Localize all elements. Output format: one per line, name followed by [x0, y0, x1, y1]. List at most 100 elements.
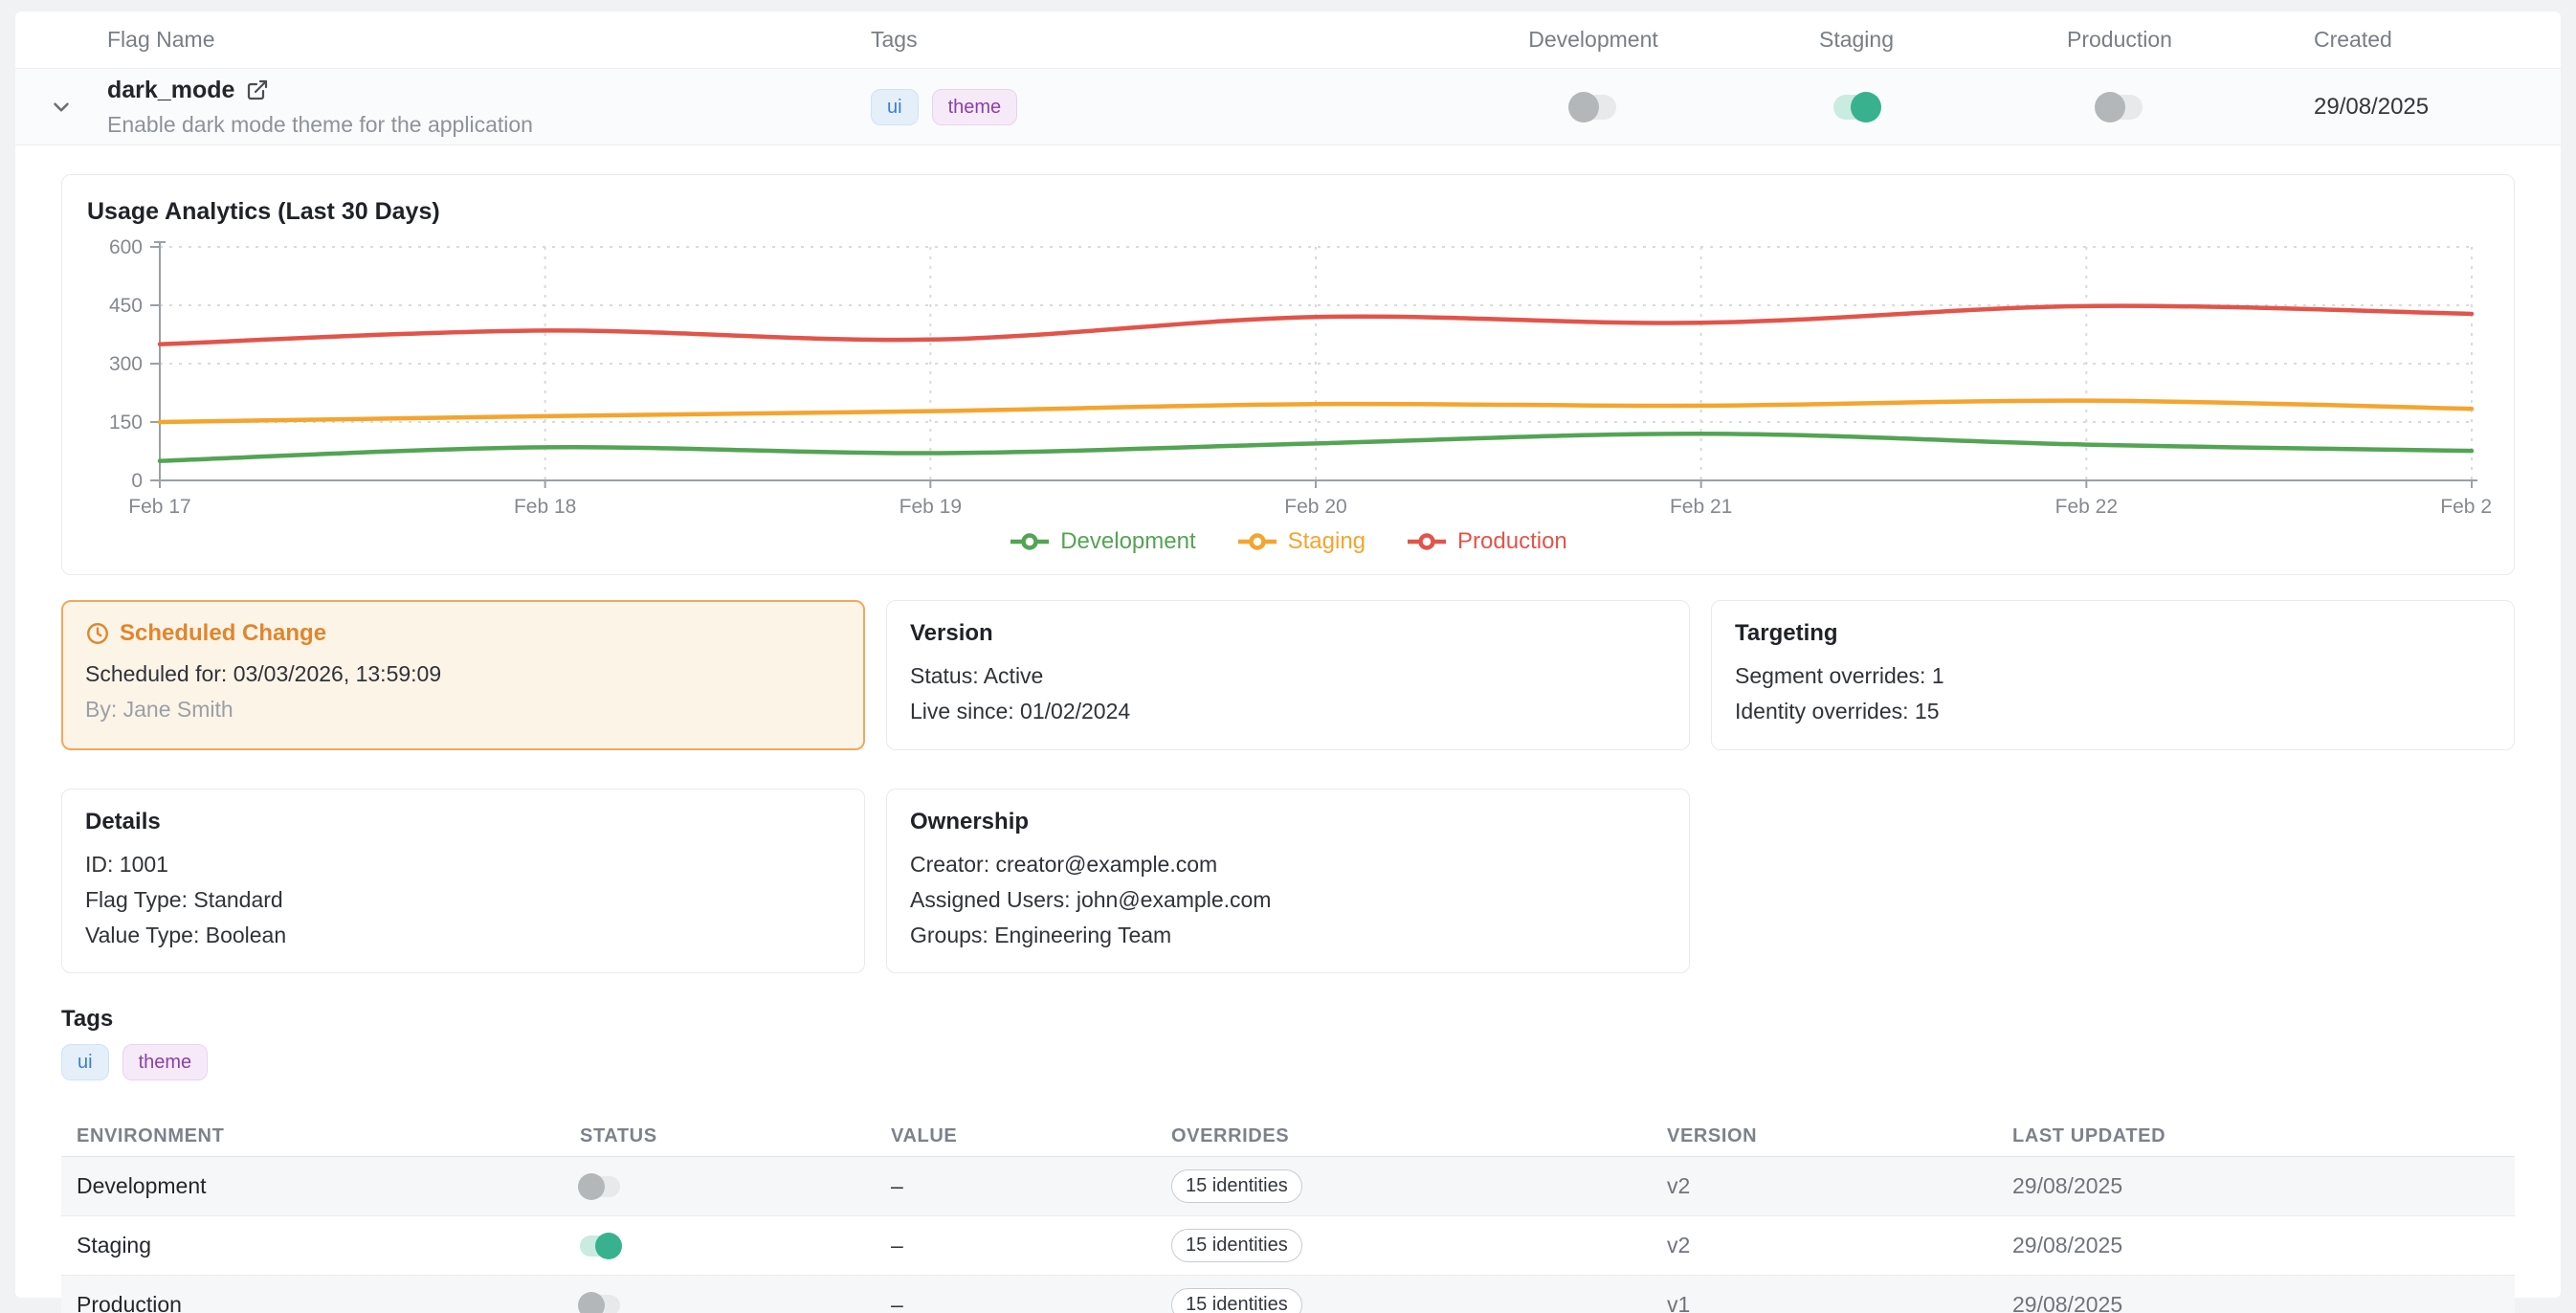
env-col-value: VALUE: [891, 1125, 1171, 1147]
env-col-status: STATUS: [580, 1125, 891, 1147]
legend-development: Development: [1009, 528, 1195, 555]
identity-overrides: Identity overrides: 15: [1735, 694, 2491, 729]
env-status-toggle[interactable]: [580, 1235, 620, 1257]
svg-text:450: 450: [109, 295, 143, 317]
toggle-knob: [1851, 92, 1881, 122]
env-col-version: VERSION: [1667, 1125, 2012, 1147]
toggle-knob: [2095, 92, 2125, 122]
development-toggle[interactable]: [1570, 95, 1616, 120]
table-row: Production – 15 identities v1 29/08/2025: [61, 1276, 2515, 1313]
svg-text:Feb 21: Feb 21: [1670, 496, 1732, 518]
staging-toggle[interactable]: [1833, 95, 1879, 120]
scheduled-by-text: By: Jane Smith: [85, 692, 841, 727]
svg-text:Feb 20: Feb 20: [1284, 496, 1346, 518]
legend-marker-icon: [1406, 530, 1448, 553]
table-row: Staging – 15 identities v2 29/08/2025: [61, 1216, 2515, 1276]
svg-text:Feb 22: Feb 22: [2055, 496, 2118, 518]
details-card-title: Details: [85, 809, 841, 835]
expand-collapse-button[interactable]: [15, 95, 107, 120]
usage-analytics-card: Usage Analytics (Last 30 Days) 0 150 300 45…: [61, 174, 2515, 575]
env-name: Staging: [77, 1233, 580, 1258]
version-card: Version Status: Active Live since: 01/02…: [886, 600, 1690, 750]
development-toggle-cell: [1474, 95, 1713, 120]
env-col-overrides: OVERRIDES: [1171, 1125, 1667, 1147]
env-name: Production: [77, 1292, 580, 1313]
tags-section: Tags ui theme: [61, 1006, 2515, 1080]
targeting-card-title: Targeting: [1735, 620, 2491, 647]
env-col-last-updated: LAST UPDATED: [2012, 1125, 2499, 1147]
column-staging: Staging: [1713, 27, 2000, 53]
environment-table: ENVIRONMENT STATUS VALUE OVERRIDES VERSI…: [61, 1117, 2515, 1313]
flag-detail-section: Usage Analytics (Last 30 Days) 0 150 300 45…: [15, 145, 2561, 1313]
column-tags: Tags: [871, 27, 1474, 53]
clock-icon: [85, 621, 110, 646]
column-flag-name: Flag Name: [107, 27, 871, 53]
identities-badge[interactable]: 15 identities: [1171, 1169, 1302, 1203]
legend-label: Production: [1457, 528, 1567, 555]
tags-heading: Tags: [61, 1006, 2515, 1033]
ownership-card: Ownership Creator: creator@example.com A…: [886, 789, 1690, 974]
chart-title: Usage Analytics (Last 30 Days): [87, 198, 2491, 226]
external-link-icon[interactable]: [246, 78, 269, 101]
version-card-title: Version: [910, 620, 1666, 647]
targeting-card: Targeting Segment overrides: 1 Identity …: [1711, 600, 2515, 750]
flag-table-header: Flag Name Tags Development Staging Produ…: [15, 11, 2561, 69]
flag-id: ID: 1001: [85, 847, 841, 882]
version-status: Status: Active: [910, 658, 1666, 694]
column-created: Created: [2239, 27, 2561, 53]
tag-ui: ui: [61, 1044, 109, 1080]
identities-badge[interactable]: 15 identities: [1171, 1288, 1302, 1313]
groups: Groups: Engineering Team: [910, 918, 1666, 953]
scheduled-change-title: Scheduled Change: [120, 620, 326, 647]
flag-panel: Flag Name Tags Development Staging Produ…: [15, 11, 2561, 1298]
env-last-updated: 29/08/2025: [2012, 1233, 2499, 1258]
svg-text:Feb 19: Feb 19: [899, 496, 962, 518]
env-last-updated: 29/08/2025: [2012, 1173, 2499, 1199]
legend-marker-icon: [1236, 530, 1278, 553]
assigned-users: Assigned Users: john@example.com: [910, 882, 1666, 918]
legend-marker-icon: [1009, 530, 1051, 553]
version-live-since: Live since: 01/02/2024: [910, 694, 1666, 729]
flag-name-cell: dark_mode Enable dark mode theme for the…: [107, 77, 871, 138]
legend-production: Production: [1406, 528, 1567, 555]
env-status-toggle[interactable]: [580, 1295, 620, 1313]
toggle-knob: [595, 1233, 622, 1259]
env-last-updated: 29/08/2025: [2012, 1292, 2499, 1313]
toggle-knob: [578, 1173, 605, 1200]
ownership-card-title: Ownership: [910, 809, 1666, 835]
svg-text:Feb 18: Feb 18: [514, 496, 576, 518]
details-card: Details ID: 1001 Flag Type: Standard Val…: [61, 789, 865, 974]
column-development: Development: [1474, 27, 1713, 53]
env-version: v1: [1667, 1292, 2012, 1313]
svg-text:600: 600: [109, 236, 143, 258]
production-toggle-cell: [2000, 95, 2239, 120]
tag-theme: theme: [932, 89, 1018, 125]
info-cards-row-1: Scheduled Change Scheduled for: 03/03/20…: [61, 600, 2515, 750]
scheduled-for-text: Scheduled for: 03/03/2026, 13:59:09: [85, 656, 841, 692]
env-version: v2: [1667, 1233, 2012, 1258]
chart-legend: Development Staging Production: [85, 523, 2491, 563]
env-value: –: [891, 1233, 1171, 1258]
env-value: –: [891, 1292, 1171, 1313]
table-row: Development – 15 identities v2 29/08/202…: [61, 1157, 2515, 1216]
column-production: Production: [2000, 27, 2239, 53]
segment-overrides: Segment overrides: 1: [1735, 658, 2491, 694]
svg-text:300: 300: [109, 353, 143, 375]
env-value: –: [891, 1173, 1171, 1199]
feature-flag-page: Flag Name Tags Development Staging Produ…: [0, 0, 2576, 1313]
toggle-knob: [578, 1292, 605, 1313]
tag-theme: theme: [122, 1044, 209, 1080]
production-toggle[interactable]: [2097, 95, 2143, 120]
env-status-toggle[interactable]: [580, 1176, 620, 1197]
usage-analytics-chart: 0150300450600Feb 17Feb 18Feb 19Feb 20Feb…: [85, 235, 2491, 523]
flag-name[interactable]: dark_mode: [107, 77, 234, 104]
tag-ui: ui: [871, 89, 919, 125]
legend-staging: Staging: [1236, 528, 1366, 555]
info-cards-row-2: Details ID: 1001 Flag Type: Standard Val…: [61, 789, 2515, 974]
svg-text:0: 0: [131, 470, 143, 492]
env-name: Development: [77, 1173, 580, 1199]
svg-text:150: 150: [109, 412, 143, 434]
env-col-environment: ENVIRONMENT: [77, 1125, 580, 1147]
identities-badge[interactable]: 15 identities: [1171, 1229, 1302, 1262]
value-type: Value Type: Boolean: [85, 918, 841, 953]
